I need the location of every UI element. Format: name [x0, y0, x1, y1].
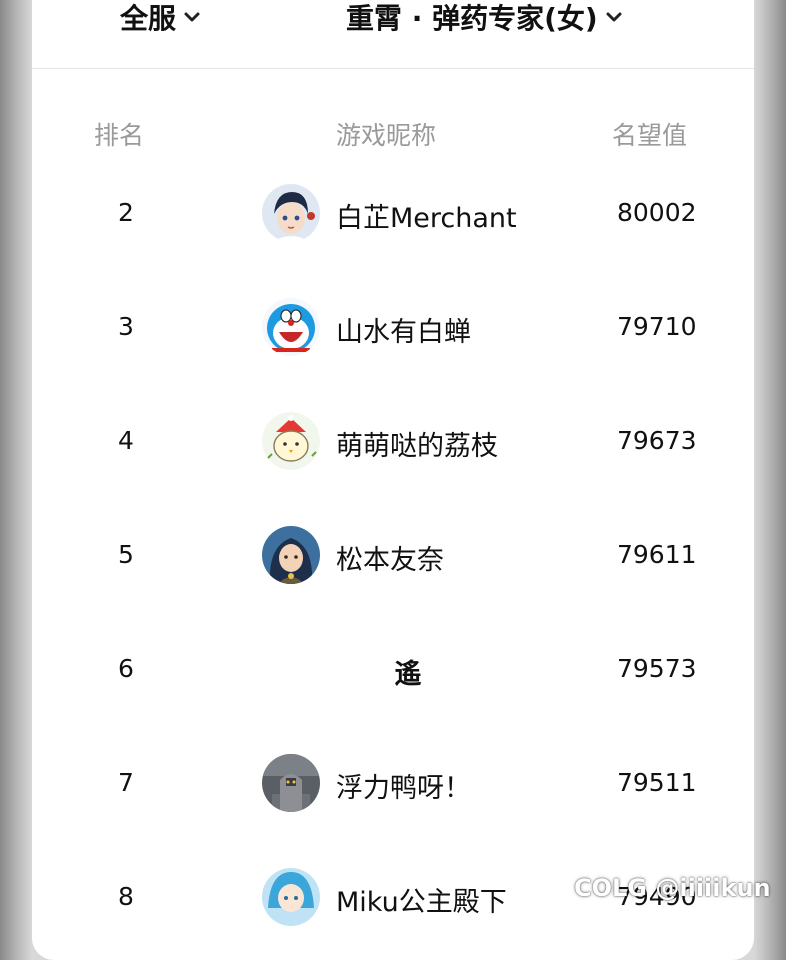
armor-figure-avatar[interactable] [262, 754, 320, 812]
nickname-cell: Miku公主殿下 [336, 887, 507, 918]
chevron-down-icon [606, 12, 622, 22]
server-filter-dropdown[interactable]: 全服 [120, 0, 202, 35]
server-filter-label: 全服 [120, 2, 177, 35]
rank-cell: 3 [118, 312, 134, 341]
renown-value-cell: 79511 [617, 768, 697, 797]
nickname-cell: 山水有白蝉 [336, 317, 471, 348]
table-row[interactable]: 2 白芷Merchant 80002 [32, 162, 754, 276]
rank-cell: 7 [118, 768, 134, 797]
blue-hair-avatar[interactable] [262, 868, 320, 926]
rank-cell: 6 [118, 654, 134, 683]
table-row[interactable]: 3 山水有白蝉 79710 [32, 276, 754, 390]
rank-cell: 2 [118, 198, 134, 227]
renown-value-cell: 79611 [617, 540, 697, 569]
anime-girl-avatar[interactable] [262, 526, 320, 584]
nickname-cell: 松本友奈 [336, 545, 444, 576]
rank-cell: 5 [118, 540, 134, 569]
class-filter-label: 重霄 · 弹药专家(女) [346, 2, 598, 35]
nickname-cell: 萌萌哒的荔枝 [336, 431, 498, 462]
renown-column-header: 名望值 [612, 121, 688, 150]
table-header: 排名 游戏昵称 名望值 [32, 116, 754, 152]
class-filter-dropdown[interactable]: 重霄 · 弹药专家(女) [346, 0, 624, 35]
table-row[interactable]: 6 遙 79573 [32, 618, 754, 732]
nickname-cell: 白芷Merchant [336, 203, 517, 234]
filter-bar: 全服 重霄 · 弹药专家(女) [32, 0, 754, 69]
nickname-cell: 浮力鸭呀！ [336, 773, 471, 804]
nickname-column-header: 游戏昵称 [336, 121, 437, 150]
table-row[interactable]: 4 萌萌哒的荔枝 79673 [32, 390, 754, 504]
renown-value-cell: 79673 [617, 426, 697, 455]
rank-column-header: 排名 [94, 121, 145, 150]
watermark: COLG @iiiiikun [574, 874, 771, 902]
renown-value-cell: 80002 [617, 198, 697, 227]
renown-value-cell: 79573 [617, 654, 697, 683]
ranking-list: 2 白芷Merchant 80002 3 山水有白蝉 79710 4 萌萌哒的荔… [32, 162, 754, 960]
chevron-down-icon [184, 12, 200, 22]
nickname-cell: 遙 [394, 659, 422, 690]
rank-cell: 8 [118, 882, 134, 911]
cartoon-chick-avatar[interactable] [262, 412, 320, 470]
table-row[interactable]: 8 Miku公主殿下 79490 [32, 846, 754, 960]
renown-value-cell: 79710 [617, 312, 697, 341]
rank-cell: 4 [118, 426, 134, 455]
ranking-card: 全服 重霄 · 弹药专家(女) 排名 游戏昵称 名望值 2 白芷Merchant… [32, 0, 754, 960]
doraemon-avatar[interactable] [262, 298, 320, 356]
table-row[interactable]: 5 松本友奈 79611 [32, 504, 754, 618]
table-row[interactable]: 7 浮力鸭呀！ 79511 [32, 732, 754, 846]
anime-boy-avatar[interactable] [262, 184, 320, 242]
